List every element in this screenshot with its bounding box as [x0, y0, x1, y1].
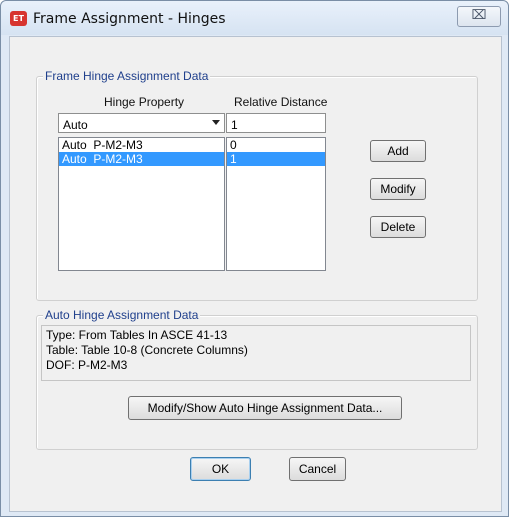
- add-button[interactable]: Add: [370, 140, 426, 162]
- window-title: Frame Assignment - Hinges: [33, 11, 226, 27]
- hinge-dof-text: DOF: P-M2-M3: [46, 358, 128, 372]
- close-button[interactable]: ⌧: [457, 6, 501, 27]
- auto-hinge-assignment-group: Auto Hinge Assignment Data Type: From Ta…: [36, 308, 478, 450]
- delete-button[interactable]: Delete: [370, 216, 426, 238]
- list-item[interactable]: Auto P-M2-M3: [59, 152, 224, 166]
- close-icon: ⌧: [471, 8, 487, 23]
- hinge-type-text: Type: From Tables In ASCE 41-13: [46, 328, 228, 342]
- ok-button[interactable]: OK: [190, 457, 251, 481]
- list-item[interactable]: 0: [227, 138, 325, 152]
- chevron-down-icon: [212, 120, 220, 125]
- auto-hinge-info-box: Type: From Tables In ASCE 41-13 Table: T…: [41, 325, 471, 381]
- list-item[interactable]: Auto P-M2-M3: [59, 138, 224, 152]
- dialog-window: ET Frame Assignment - Hinges ⌧ Frame Hin…: [0, 0, 509, 517]
- hinge-property-value: Auto: [63, 118, 88, 132]
- title-bar[interactable]: ET Frame Assignment - Hinges ⌧: [1, 1, 508, 35]
- hinge-property-header: Hinge Property: [104, 95, 185, 109]
- frame-hinge-assignment-group: Frame Hinge Assignment Data Hinge Proper…: [36, 69, 478, 301]
- relative-distance-input[interactable]: 1: [226, 113, 326, 133]
- cancel-button[interactable]: Cancel: [289, 457, 346, 481]
- modify-show-auto-hinge-button[interactable]: Modify/Show Auto Hinge Assignment Data..…: [128, 396, 402, 420]
- relative-distance-header: Relative Distance: [234, 95, 328, 109]
- hinge-property-dropdown[interactable]: Auto: [58, 113, 225, 133]
- modify-button[interactable]: Modify: [370, 178, 426, 200]
- frame-hinge-assignment-title: Frame Hinge Assignment Data: [43, 69, 211, 83]
- auto-hinge-assignment-title: Auto Hinge Assignment Data: [43, 308, 201, 322]
- hinge-property-list[interactable]: Auto P-M2-M3 Auto P-M2-M3: [58, 137, 225, 271]
- list-item[interactable]: 1: [227, 152, 325, 166]
- hinge-table-text: Table: Table 10-8 (Concrete Columns): [46, 343, 248, 357]
- relative-distance-list[interactable]: 0 1: [226, 137, 326, 271]
- etabs-app-icon: ET: [10, 11, 27, 26]
- dialog-client-area: Frame Hinge Assignment Data Hinge Proper…: [9, 36, 502, 512]
- relative-distance-value: 1: [231, 118, 238, 132]
